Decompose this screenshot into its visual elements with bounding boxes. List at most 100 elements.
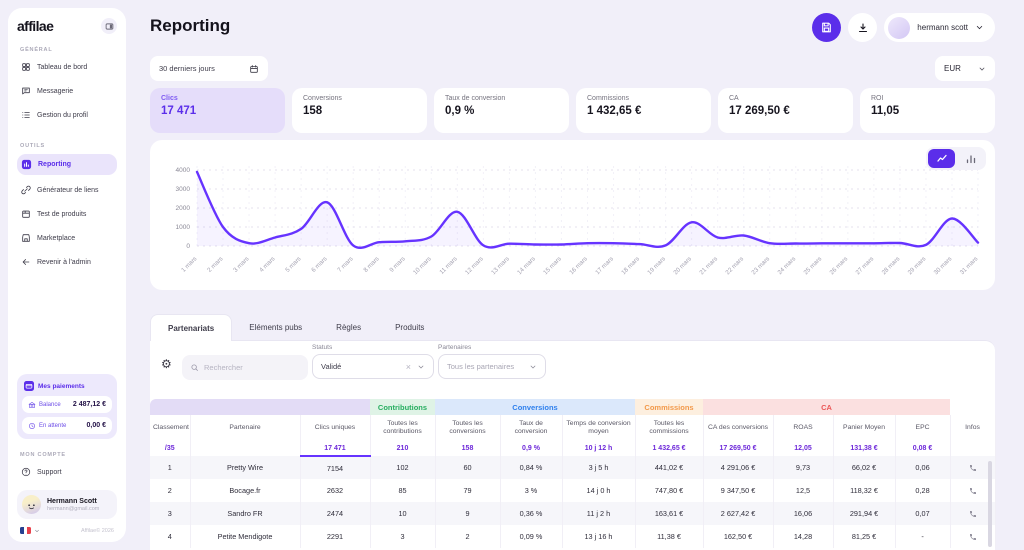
- svg-text:13 mars: 13 mars: [490, 255, 511, 276]
- kpi-taux-de-conversion[interactable]: Taux de conversion 0,9 %: [434, 88, 569, 133]
- sidebar-item-label: Tableau de bord: [37, 64, 87, 71]
- sidebar-item-revenir-admin[interactable]: Revenir à l'admin: [17, 253, 117, 271]
- kpi-clics[interactable]: Clics 17 471: [150, 88, 285, 133]
- sidebar-item-label: Reporting: [38, 161, 71, 168]
- sidebar-item-test-de-produits[interactable]: Test de produits: [17, 205, 117, 223]
- svg-text:10 mars: 10 mars: [412, 255, 433, 276]
- french-flag-icon: [20, 527, 31, 534]
- kpi-label: CA: [729, 95, 842, 102]
- line-chart-toggle-button[interactable]: [928, 149, 955, 168]
- sidebar-item-support[interactable]: Support: [17, 463, 117, 481]
- language-selector[interactable]: [20, 527, 40, 534]
- vertical-scrollbar[interactable]: [988, 461, 992, 547]
- tab-partenariats[interactable]: Partenariats: [150, 314, 232, 341]
- column-header[interactable]: Clics uniques: [300, 415, 370, 441]
- column-group-ca: CA: [703, 399, 950, 415]
- total-cell: 0,08 €: [895, 441, 950, 456]
- sidebar-item-messagerie[interactable]: Messagerie: [17, 82, 117, 100]
- search-input[interactable]: [204, 363, 300, 372]
- table-cell: 3 j 5 h: [562, 456, 635, 479]
- table-cell: -: [895, 525, 950, 548]
- kpi-label: Commissions: [587, 95, 700, 102]
- sidebar-item-gestion-du-profil[interactable]: Gestion du profil: [17, 106, 117, 124]
- bar-chart-icon: [21, 159, 32, 170]
- table-cell: 0,09 %: [500, 525, 562, 548]
- bar-chart-toggle-button[interactable]: [957, 149, 984, 168]
- column-header[interactable]: Toutes les contributions: [370, 415, 435, 441]
- table-cell: 291,94 €: [833, 502, 895, 525]
- svg-text:30 mars: 30 mars: [933, 255, 954, 276]
- clear-filter-icon[interactable]: ×: [406, 362, 411, 372]
- phone-icon[interactable]: [969, 533, 977, 541]
- calendar-icon: [249, 64, 259, 74]
- sidebar-item-tableau-de-bord[interactable]: Tableau de bord: [17, 58, 117, 76]
- status-filter-select[interactable]: Validé ×: [312, 354, 434, 379]
- sidebar-item-reporting[interactable]: Reporting: [17, 154, 117, 175]
- partners-filter-select[interactable]: Tous les partenaires: [438, 354, 546, 379]
- column-header[interactable]: CA des conversions: [703, 415, 773, 441]
- table-cell: 3 %: [500, 479, 562, 502]
- svg-text:14 mars: 14 mars: [516, 255, 537, 276]
- table-cell: 12,5: [773, 479, 833, 502]
- table-cell: 79: [435, 479, 500, 502]
- sidebar-collapse-button[interactable]: [101, 18, 117, 34]
- svg-text:21 mars: 21 mars: [698, 255, 719, 276]
- table-cell: 4: [150, 525, 190, 548]
- svg-text:2000: 2000: [176, 205, 191, 212]
- table-cell: 7154: [300, 456, 370, 479]
- column-header[interactable]: Temps de conversion moyen: [562, 415, 635, 441]
- column-header[interactable]: Infos: [950, 415, 995, 441]
- save-report-button[interactable]: [812, 13, 841, 42]
- line-chart-icon: [936, 153, 948, 165]
- column-group-contributions: Contributions: [370, 399, 435, 415]
- column-header[interactable]: Partenaire: [190, 415, 300, 441]
- download-icon: [857, 22, 869, 34]
- kpi-ca[interactable]: CA 17 269,50 €: [718, 88, 853, 133]
- phone-icon[interactable]: [969, 510, 977, 518]
- sidebar-item-generateur-de-liens[interactable]: Générateur de liens: [17, 181, 117, 199]
- pending-row[interactable]: En attente 0,00 €: [22, 417, 112, 434]
- pending-label: En attente: [39, 423, 66, 429]
- kpi-conversions[interactable]: Conversions 158: [292, 88, 427, 133]
- download-button[interactable]: [848, 13, 877, 42]
- kpi-roi[interactable]: ROI 11,05: [860, 88, 995, 133]
- table-settings-button[interactable]: ⚙: [161, 358, 172, 370]
- svg-text:4000: 4000: [176, 167, 191, 174]
- phone-icon[interactable]: [969, 464, 977, 472]
- svg-text:9 mars: 9 mars: [388, 255, 406, 273]
- svg-text:3000: 3000: [176, 186, 191, 193]
- tab-regles[interactable]: Règles: [319, 314, 378, 340]
- sidebar-item-label: Gestion du profil: [37, 112, 88, 119]
- column-header[interactable]: Classement: [150, 415, 190, 441]
- currency-select[interactable]: EUR: [935, 56, 995, 81]
- total-cell: 0,9 %: [500, 441, 562, 456]
- table-row[interactable]: 4Petite Mendigote2291320,09 %13 j 16 h11…: [150, 525, 995, 548]
- svg-text:29 mars: 29 mars: [907, 255, 928, 276]
- column-header[interactable]: ROAS: [773, 415, 833, 441]
- phone-icon[interactable]: [969, 487, 977, 495]
- table-row[interactable]: 2Bocage.fr263285793 %14 j 0 h747,80 €9 3…: [150, 479, 995, 502]
- payments-card: Mes paiements Balance 2 487,12 € En atte…: [17, 374, 117, 439]
- column-header[interactable]: Taux de conversion: [500, 415, 562, 441]
- table-cell: Bocage.fr: [190, 479, 300, 502]
- balance-label: Balance: [39, 402, 61, 408]
- search-box: [182, 355, 308, 380]
- user-menu[interactable]: hermann scott: [884, 13, 995, 42]
- balance-row[interactable]: Balance 2 487,12 €: [22, 396, 112, 413]
- chevron-down-icon: [529, 363, 537, 371]
- table-row[interactable]: 3Sandro FR24741090,36 %11 j 2 h163,61 €2…: [150, 502, 995, 525]
- svg-text:8 mars: 8 mars: [362, 255, 380, 273]
- column-header[interactable]: EPC: [895, 415, 950, 441]
- total-cell: [950, 441, 995, 456]
- tab-produits[interactable]: Produits: [378, 314, 441, 340]
- table-row[interactable]: 1Pretty Wire7154102600,84 %3 j 5 h441,02…: [150, 456, 995, 479]
- chat-icon: [21, 86, 31, 96]
- column-header[interactable]: Toutes les commissions: [635, 415, 703, 441]
- column-header[interactable]: Toutes les conversions: [435, 415, 500, 441]
- user-card[interactable]: Hermann Scott hermann@gmail.com: [17, 490, 117, 519]
- sidebar-item-marketplace[interactable]: Marketplace: [17, 229, 117, 247]
- tab-elements-pubs[interactable]: Eléments pubs: [232, 314, 319, 340]
- column-header[interactable]: Panier Moyen: [833, 415, 895, 441]
- date-range-picker[interactable]: 30 derniers jours: [150, 56, 268, 81]
- kpi-commissions[interactable]: Commissions 1 432,65 €: [576, 88, 711, 133]
